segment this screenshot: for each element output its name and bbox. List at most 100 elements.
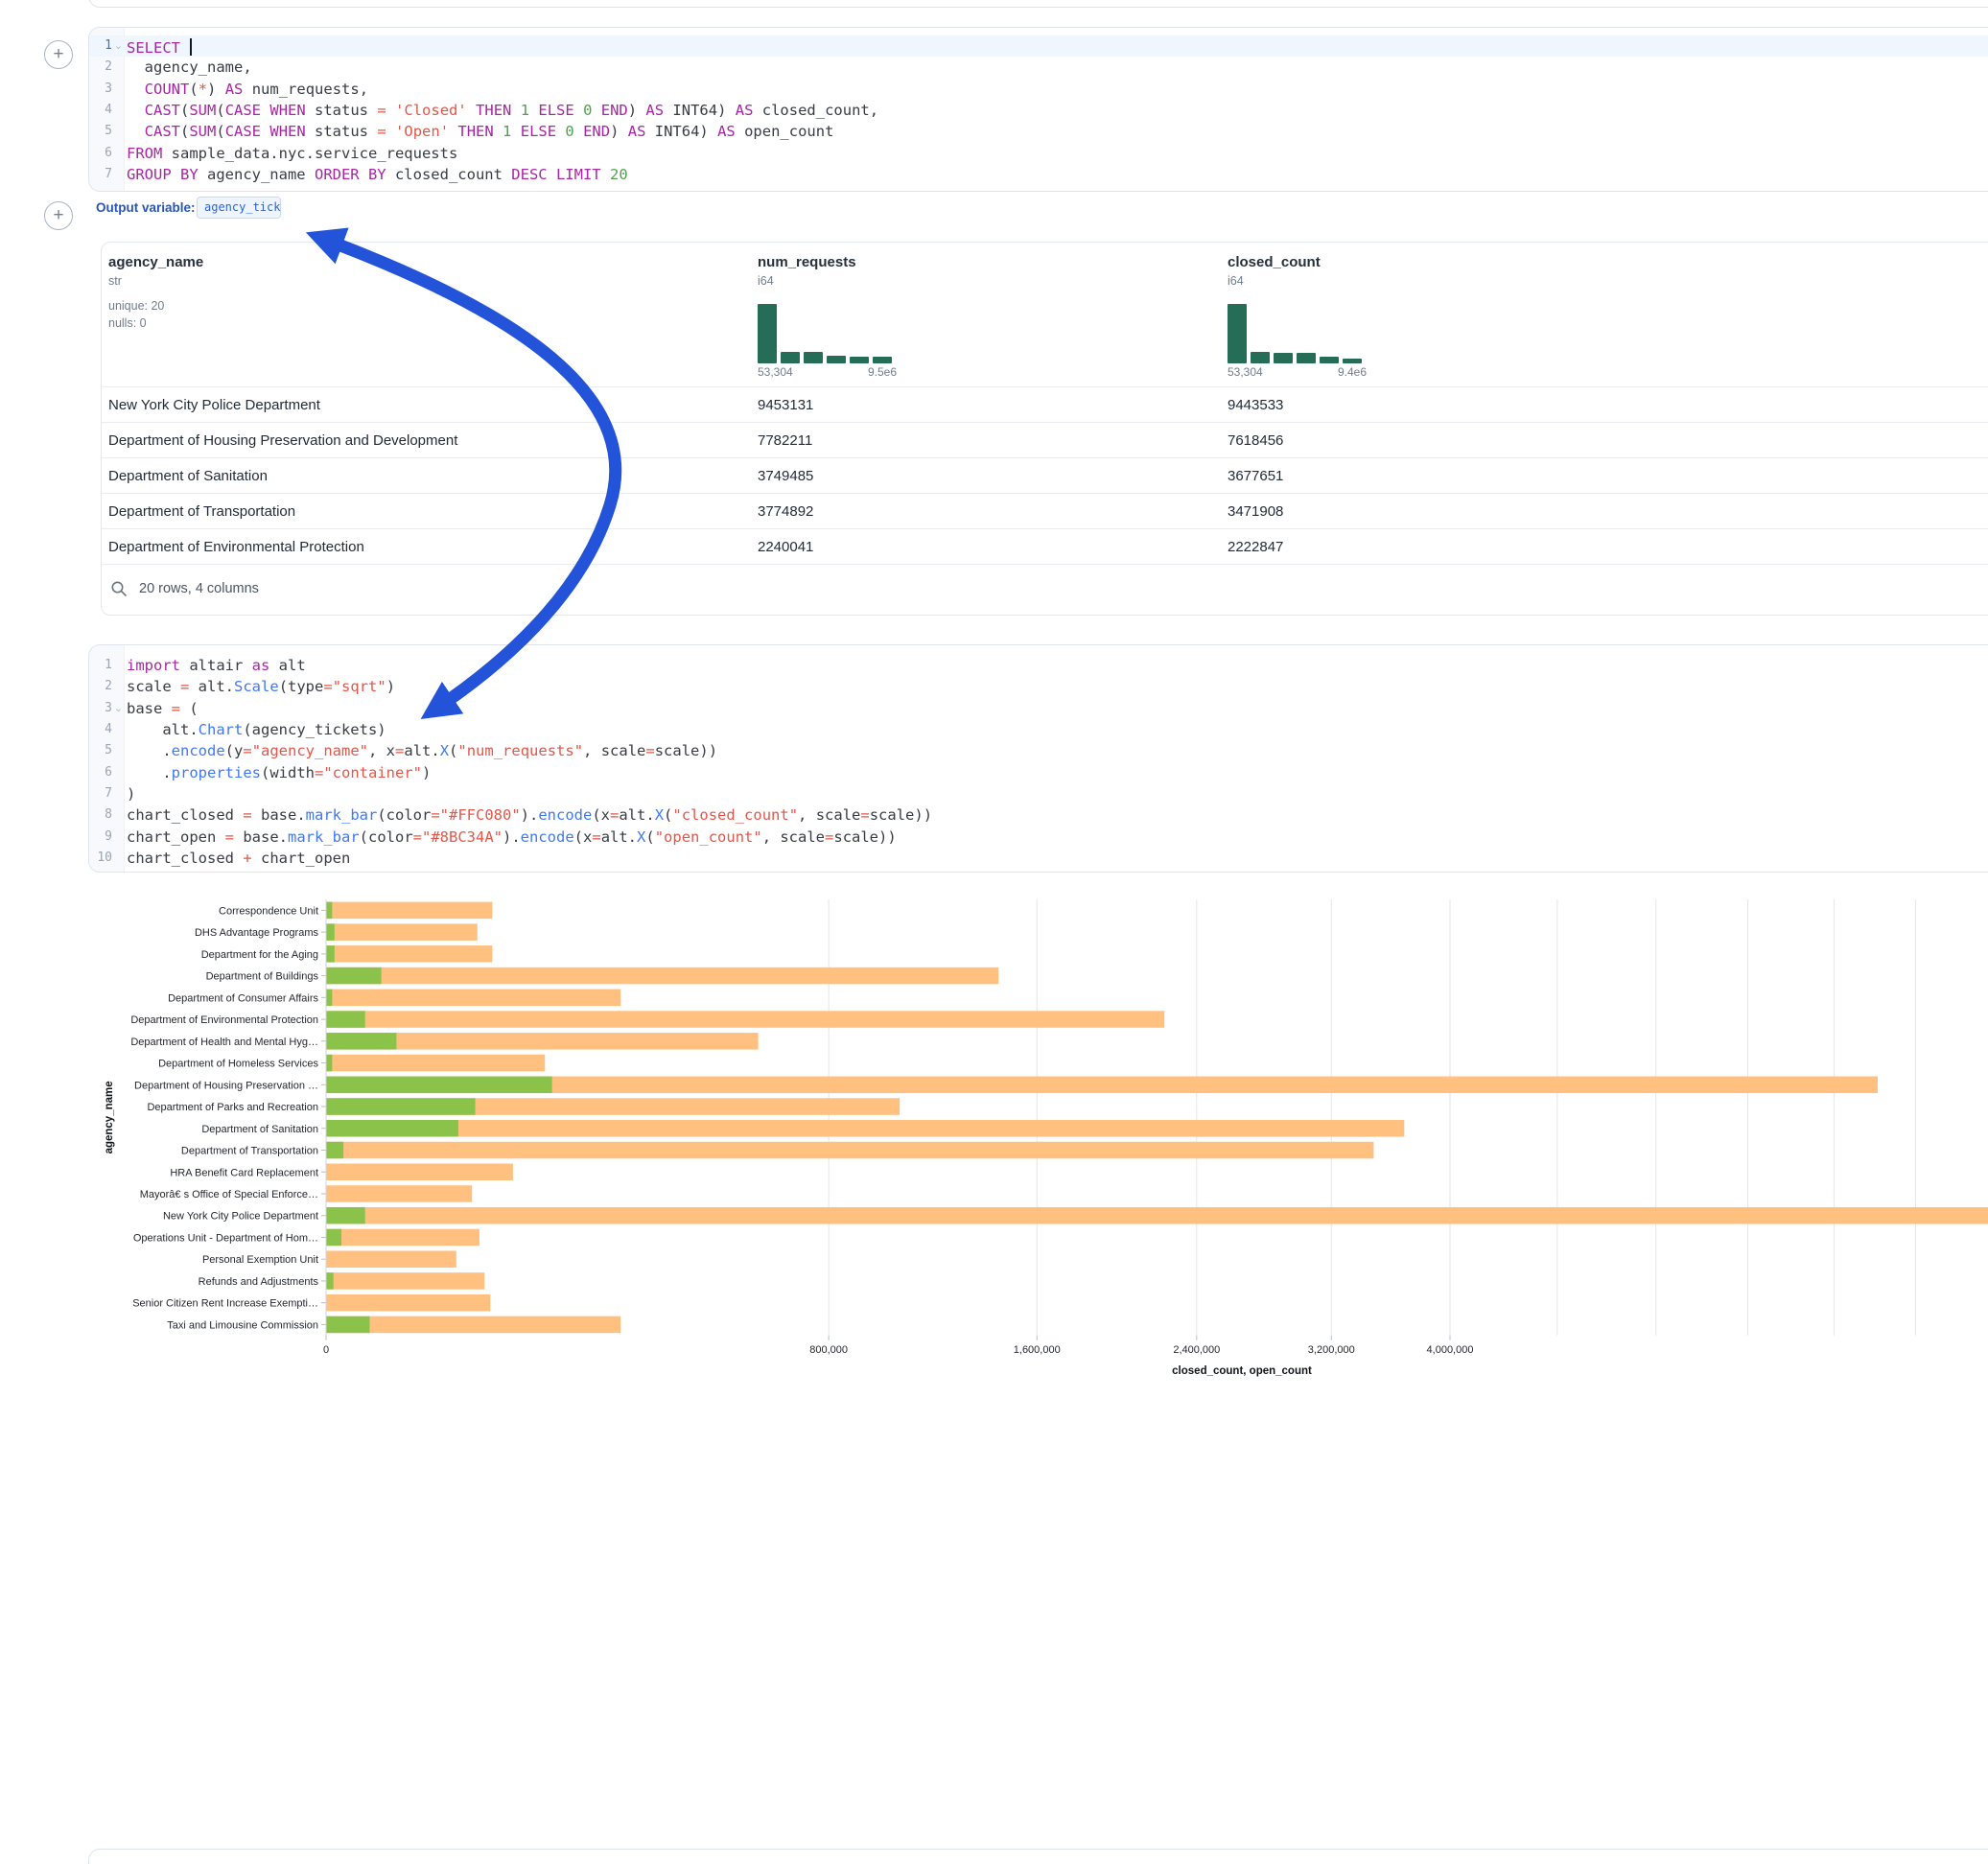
column-header-closed-count[interactable]: closed_count: [1228, 254, 1321, 270]
table-cell: 7618456: [1228, 423, 1283, 458]
column-type: i64: [758, 274, 774, 288]
line-number: 5: [89, 740, 112, 761]
column-stat-nulls: nulls: 0: [108, 316, 147, 330]
table-cell: 7782211: [758, 423, 812, 458]
fold-spacer: [112, 79, 125, 100]
code-line: 10chart_closed + chart_open: [89, 848, 1988, 869]
previous-cell-bottom-edge: [88, 0, 1988, 8]
table-cell: 9453131: [758, 387, 813, 423]
table-cell: Department of Transportation: [108, 494, 295, 529]
y-axis-label: Department of Housing Preservation …: [134, 1080, 318, 1091]
column-type: str: [108, 274, 122, 288]
column-header-num-requests[interactable]: num_requests: [758, 254, 856, 270]
bar-closed_count: [327, 1164, 513, 1181]
python-cell-editor[interactable]: 1import altair as alt2scale = alt.Scale(…: [88, 644, 1988, 873]
bar-closed_count: [327, 1272, 485, 1290]
bar-closed_count: [327, 1294, 491, 1312]
bar-open_count: [327, 945, 335, 963]
bar-closed_count: [327, 1316, 621, 1334]
fold-spacer: [112, 740, 125, 761]
code-line: 2 agency_name,: [89, 57, 1988, 78]
add-cell-button[interactable]: +: [44, 40, 73, 69]
x-axis-title: closed_count, open_count: [1172, 1365, 1312, 1377]
bar-closed_count: [327, 1229, 479, 1247]
table-cell: 3774892: [758, 494, 813, 529]
y-axis-label: Operations Unit - Department of Hom…: [133, 1232, 318, 1244]
output-variable-chip[interactable]: agency_tickets: [197, 197, 281, 219]
column-histogram: [758, 304, 897, 363]
fold-spacer: [112, 827, 125, 848]
bar-closed_count: [327, 1142, 1374, 1159]
bar-open_count: [327, 990, 333, 1007]
bar-open_count: [327, 1272, 334, 1290]
column-header-agency-name[interactable]: agency_name: [108, 254, 203, 270]
histogram-max-label: 9.4e6: [1228, 365, 1367, 379]
column-type: i64: [1228, 274, 1244, 288]
sql-code: 1⌄SELECT 2 agency_name,3 COUNT(*) AS num…: [89, 35, 1988, 185]
fold-chevron-icon[interactable]: ⌄: [112, 35, 125, 57]
table-footer: 20 rows, 4 columns: [110, 580, 259, 597]
table-cell: Department of Environmental Protection: [108, 529, 364, 565]
fold-chevron-icon[interactable]: ⌄: [112, 698, 125, 719]
code-text: FROM sample_data.nyc.service_requests: [125, 143, 457, 164]
line-number: 1: [89, 35, 112, 57]
table-body: New York City Police Department945313194…: [102, 386, 1988, 565]
bar-open_count: [327, 1316, 370, 1334]
table-row-count: 20 rows, 4 columns: [139, 581, 259, 596]
table-cell: 3677651: [1228, 458, 1283, 494]
line-number: 7: [89, 164, 112, 185]
histogram-bar: [1320, 357, 1339, 363]
code-line: 5 .encode(y="agency_name", x=alt.X("num_…: [89, 740, 1988, 761]
line-number: 2: [89, 57, 112, 78]
line-number: 3: [89, 698, 112, 719]
table-row[interactable]: Department of Transportation 3774892 34719…: [102, 494, 1988, 529]
code-line: 2scale = alt.Scale(type="sqrt"): [89, 676, 1988, 697]
fold-spacer: [112, 57, 125, 78]
code-line: 6 FROM sample_data.nyc.service_requests: [89, 143, 1988, 164]
y-axis-label: Department for the Aging: [201, 949, 318, 961]
fold-spacer: [112, 676, 125, 697]
y-axis-label: Department of Sanitation: [201, 1124, 318, 1135]
sql-cell-editor[interactable]: 1⌄SELECT 2 agency_name,3 COUNT(*) AS num…: [88, 27, 1988, 192]
code-text: CAST(SUM(CASE WHEN status = 'Open' THEN …: [125, 121, 833, 142]
table-cell: 3471908: [1228, 494, 1283, 529]
histogram-bar: [1251, 352, 1270, 363]
table-row[interactable]: Department of Environmental Protection22…: [102, 529, 1988, 565]
code-text: scale = alt.Scale(type="sqrt"): [125, 676, 395, 697]
histogram-bar: [1297, 353, 1316, 363]
line-number: 6: [89, 762, 112, 783]
histogram-bar: [1274, 353, 1293, 363]
fold-spacer: [112, 655, 125, 676]
fold-spacer: [112, 164, 125, 185]
fold-spacer: [112, 100, 125, 121]
table-row[interactable]: Department of Sanitation37494853677651: [102, 458, 1988, 494]
table-row[interactable]: Department of Housing Preservation and D…: [102, 423, 1988, 458]
y-axis-label: Department of Homeless Services: [158, 1059, 318, 1070]
y-axis-label: Department of Environmental Protection: [130, 1014, 318, 1026]
bar-closed_count: [327, 902, 493, 920]
line-number: 10: [89, 848, 112, 869]
line-number: 6: [89, 143, 112, 164]
bar-open_count: [327, 1033, 397, 1050]
table-cell: 9443533: [1228, 387, 1283, 423]
y-axis-label: New York City Police Department: [163, 1211, 318, 1223]
bar-open_count: [327, 1120, 458, 1137]
y-axis-label: Refunds and Adjustments: [199, 1276, 319, 1288]
bar-open_count: [327, 923, 335, 941]
code-text: chart_open = base.mark_bar(color="#8BC34…: [125, 827, 897, 848]
add-cell-button[interactable]: +: [44, 201, 73, 230]
table-row[interactable]: New York City Police Department945313194…: [102, 387, 1988, 423]
y-axis-label: Personal Exemption Unit: [202, 1254, 318, 1266]
bar-closed_count: [327, 1185, 473, 1202]
code-text: alt.Chart(agency_tickets): [125, 719, 386, 740]
bar-closed_count: [327, 967, 999, 985]
plus-icon: +: [53, 205, 63, 225]
code-text: COUNT(*) AS num_requests,: [125, 79, 368, 100]
search-icon[interactable]: [110, 580, 128, 597]
code-line: 3 COUNT(*) AS num_requests,: [89, 79, 1988, 100]
code-text: .encode(y="agency_name", x=alt.X("num_re…: [125, 740, 717, 761]
code-text: .properties(width="container"): [125, 762, 431, 783]
code-text: chart_closed = base.mark_bar(color="#FFC…: [125, 804, 932, 826]
sql-result-table: agency_name str unique: 20 nulls: 0 num_…: [101, 242, 1988, 616]
bar-closed_count: [327, 1250, 456, 1268]
